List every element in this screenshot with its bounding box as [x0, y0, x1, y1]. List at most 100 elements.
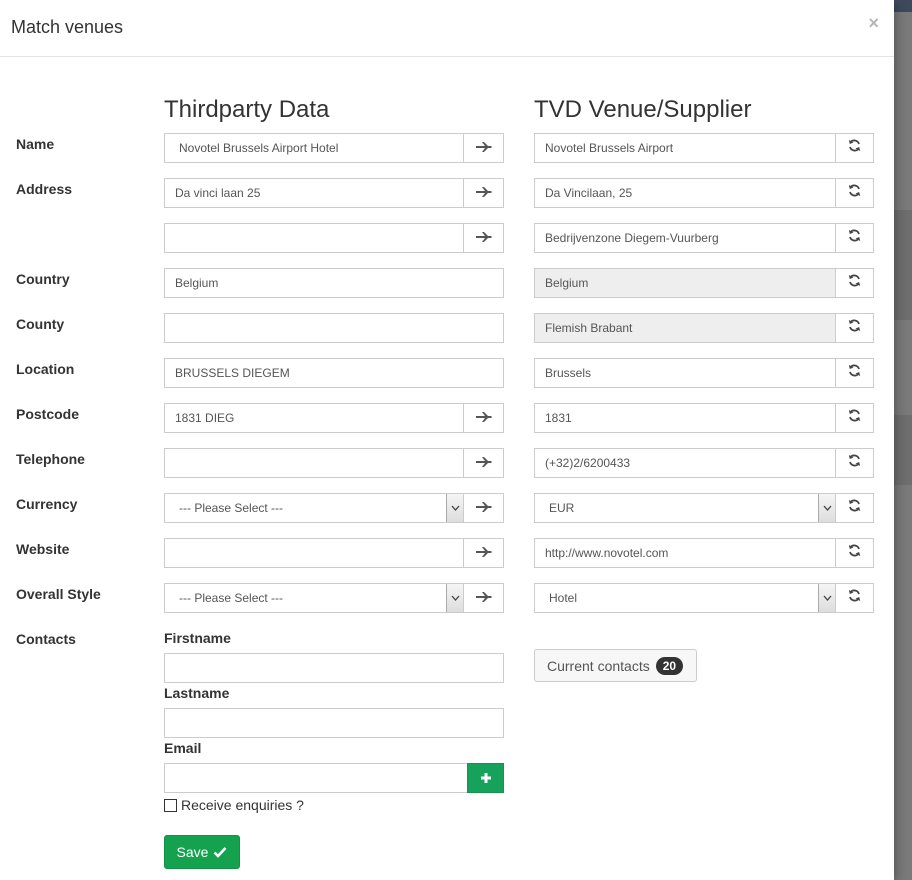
receive-enquiries-label: Receive enquiries ?: [181, 797, 304, 813]
plane-arrow-icon: [475, 544, 492, 562]
label-postcode: Postcode: [16, 406, 80, 422]
left-currency-value: --- Please Select ---: [179, 501, 284, 515]
refresh-icon: [848, 589, 861, 607]
right-name-input[interactable]: Novotel Brussels Airport: [534, 133, 836, 163]
plane-arrow-icon: [475, 499, 492, 517]
right-address1-input[interactable]: Da Vincilaan, 25: [534, 178, 836, 208]
check-icon: [214, 847, 227, 858]
left-currency-select[interactable]: --- Please Select ---: [164, 493, 464, 523]
backdrop-strip: [894, 415, 912, 485]
close-icon[interactable]: ×: [868, 13, 879, 34]
right-postcode-input[interactable]: 1831: [534, 403, 836, 433]
transfer-overall-style-button[interactable]: [463, 583, 504, 613]
chevron-down-icon: [446, 584, 463, 612]
left-overall-style-value: --- Please Select ---: [179, 591, 284, 605]
refresh-name-button[interactable]: [835, 133, 874, 163]
refresh-telephone-button[interactable]: [835, 448, 874, 478]
modal-title: Match venues: [11, 17, 124, 37]
right-country-input: Belgium: [534, 268, 836, 298]
receive-enquiries-checkbox[interactable]: [164, 798, 177, 812]
refresh-icon: [848, 409, 861, 427]
receive-enquiries-row[interactable]: Receive enquiries ?: [164, 797, 304, 813]
refresh-location-button[interactable]: [835, 358, 874, 388]
plane-arrow-icon: [475, 589, 492, 607]
plane-arrow-icon: [475, 184, 492, 202]
save-label: Save: [176, 844, 209, 860]
refresh-icon: [848, 499, 861, 517]
contacts-count-badge: 20: [655, 656, 684, 675]
transfer-currency-button[interactable]: [463, 493, 504, 523]
chevron-down-icon: [818, 494, 835, 522]
current-contacts-label: Current contacts: [547, 657, 650, 674]
chevron-down-icon: [818, 584, 835, 612]
right-location-input[interactable]: Brussels: [534, 358, 836, 388]
refresh-address2-button[interactable]: [835, 223, 874, 253]
right-telephone-input[interactable]: (+32)2/6200433: [534, 448, 836, 478]
refresh-currency-button[interactable]: [835, 493, 874, 523]
refresh-icon: [848, 454, 861, 472]
match-venues-modal: Match venues × Thirdparty Data TVD Venue…: [0, 0, 894, 880]
label-county: County: [16, 316, 65, 332]
left-location-input[interactable]: BRUSSELS DIEGEM: [164, 358, 504, 388]
transfer-address2-button[interactable]: [463, 223, 504, 253]
label-location: Location: [16, 361, 75, 377]
backdrop-strip: [894, 210, 912, 320]
refresh-address1-button[interactable]: [835, 178, 874, 208]
label-contacts: Contacts: [16, 631, 76, 647]
refresh-icon: [848, 319, 861, 337]
plane-arrow-icon: [475, 409, 492, 427]
left-address1-input[interactable]: Da vinci laan 25: [164, 178, 464, 208]
transfer-address1-button[interactable]: [463, 178, 504, 208]
right-overall-style-value: Hotel: [549, 591, 578, 605]
left-postcode-input[interactable]: 1831 DIEG: [164, 403, 464, 433]
refresh-icon: [848, 364, 861, 382]
left-address2-input[interactable]: [164, 223, 464, 253]
refresh-icon: [848, 139, 861, 157]
left-name-input[interactable]: Novotel Brussels Airport Hotel: [164, 133, 464, 163]
thirdparty-heading: Thirdparty Data: [164, 96, 330, 123]
label-website: Website: [16, 541, 70, 557]
modal-header: Match venues ×: [0, 0, 894, 57]
left-telephone-input[interactable]: [164, 448, 464, 478]
label-telephone: Telephone: [16, 451, 85, 467]
transfer-postcode-button[interactable]: [463, 403, 504, 433]
label-overall-style: Overall Style: [16, 586, 101, 602]
right-currency-value: EUR: [549, 501, 575, 515]
lastname-input[interactable]: [164, 708, 504, 738]
label-currency: Currency: [16, 496, 78, 512]
refresh-country-button[interactable]: [835, 268, 874, 298]
refresh-county-button[interactable]: [835, 313, 874, 343]
label-country: Country: [16, 271, 70, 287]
email-input[interactable]: [164, 763, 468, 793]
plane-arrow-icon: [475, 454, 492, 472]
right-overall-style-select[interactable]: Hotel: [534, 583, 836, 613]
left-overall-style-select[interactable]: --- Please Select ---: [164, 583, 464, 613]
email-label: Email: [164, 740, 202, 756]
plus-icon: [480, 773, 491, 783]
add-contact-button[interactable]: [467, 763, 504, 793]
label-name: Name: [16, 136, 55, 152]
transfer-website-button[interactable]: [463, 538, 504, 568]
refresh-website-button[interactable]: [835, 538, 874, 568]
lastname-label: Lastname: [164, 685, 230, 701]
firstname-label: Firstname: [164, 630, 231, 646]
refresh-postcode-button[interactable]: [835, 403, 874, 433]
refresh-icon: [848, 544, 861, 562]
firstname-input[interactable]: [164, 653, 504, 683]
tvd-heading: TVD Venue/Supplier: [534, 96, 752, 123]
refresh-overall-style-button[interactable]: [835, 583, 874, 613]
refresh-icon: [848, 229, 861, 247]
left-county-input[interactable]: [164, 313, 504, 343]
right-website-input[interactable]: http://www.novotel.com: [534, 538, 836, 568]
save-button[interactable]: Save: [164, 835, 240, 869]
left-website-input[interactable]: [164, 538, 464, 568]
left-country-input[interactable]: Belgium: [164, 268, 504, 298]
right-currency-select[interactable]: EUR: [534, 493, 836, 523]
current-contacts-button[interactable]: Current contacts 20: [534, 649, 697, 682]
transfer-name-button[interactable]: [463, 133, 504, 163]
transfer-telephone-button[interactable]: [463, 448, 504, 478]
right-address2-input[interactable]: Bedrijvenzone Diegem-Vuurberg: [534, 223, 836, 253]
chevron-down-icon: [446, 494, 463, 522]
plane-arrow-icon: [475, 139, 492, 157]
right-county-input: Flemish Brabant: [534, 313, 836, 343]
